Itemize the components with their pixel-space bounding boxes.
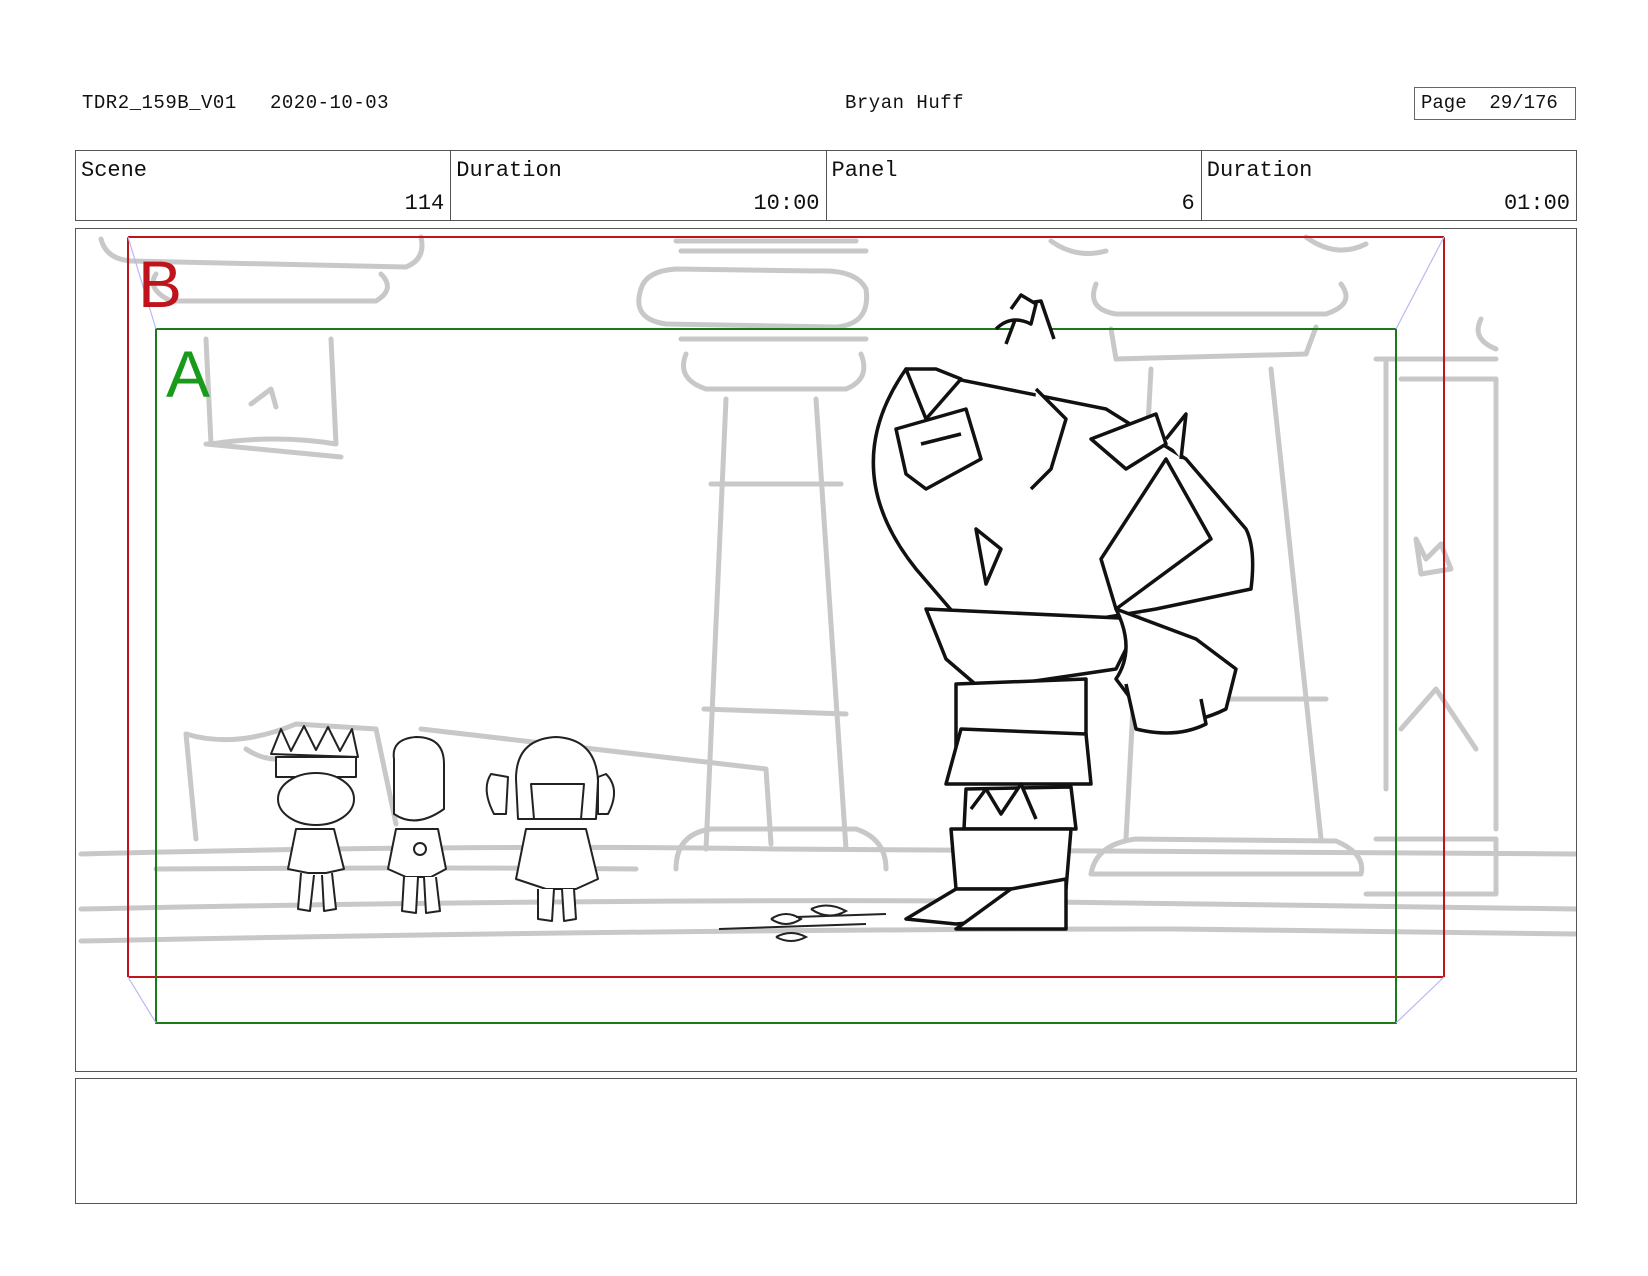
- kid-characters-sketch: [270, 725, 615, 922]
- page-indicator: Page 29/176: [1414, 87, 1576, 120]
- armored-knight-sketch: [871, 293, 1255, 931]
- panel-artwork: [78, 234, 1576, 1024]
- scene-duration-label: Duration: [456, 158, 562, 183]
- dropped-axes-sketch: [718, 904, 887, 942]
- panel-duration-cell: Duration 01:00: [1202, 151, 1576, 220]
- panel-cell: Panel 6: [827, 151, 1202, 220]
- panel-notes-box[interactable]: [75, 1078, 1577, 1204]
- page-number: 29/176: [1489, 92, 1558, 114]
- panel-info-row: Scene 114 Duration 10:00 Panel 6 Duratio…: [75, 150, 1577, 221]
- file-id: TDR2_159B_V01: [82, 92, 237, 114]
- scene-duration-cell: Duration 10:00: [451, 151, 827, 220]
- panel-number: 6: [1181, 191, 1195, 216]
- board-date: 2020-10-03: [270, 92, 390, 114]
- panel-label: Panel: [831, 158, 898, 183]
- scene-cell: Scene 114: [76, 151, 452, 220]
- scene-label: Scene: [81, 158, 148, 183]
- scene-duration-value: 10:00: [753, 191, 820, 216]
- frame-label-a: A: [166, 337, 211, 411]
- panel-duration-label: Duration: [1206, 158, 1313, 183]
- scene-number: 114: [404, 191, 445, 216]
- artist-name: Bryan Huff: [845, 92, 965, 114]
- panel-duration-value: 01:00: [1503, 191, 1570, 216]
- page-label: Page: [1421, 92, 1467, 114]
- frame-label-b: B: [138, 247, 183, 321]
- storyboard-panel: B A: [75, 228, 1577, 1072]
